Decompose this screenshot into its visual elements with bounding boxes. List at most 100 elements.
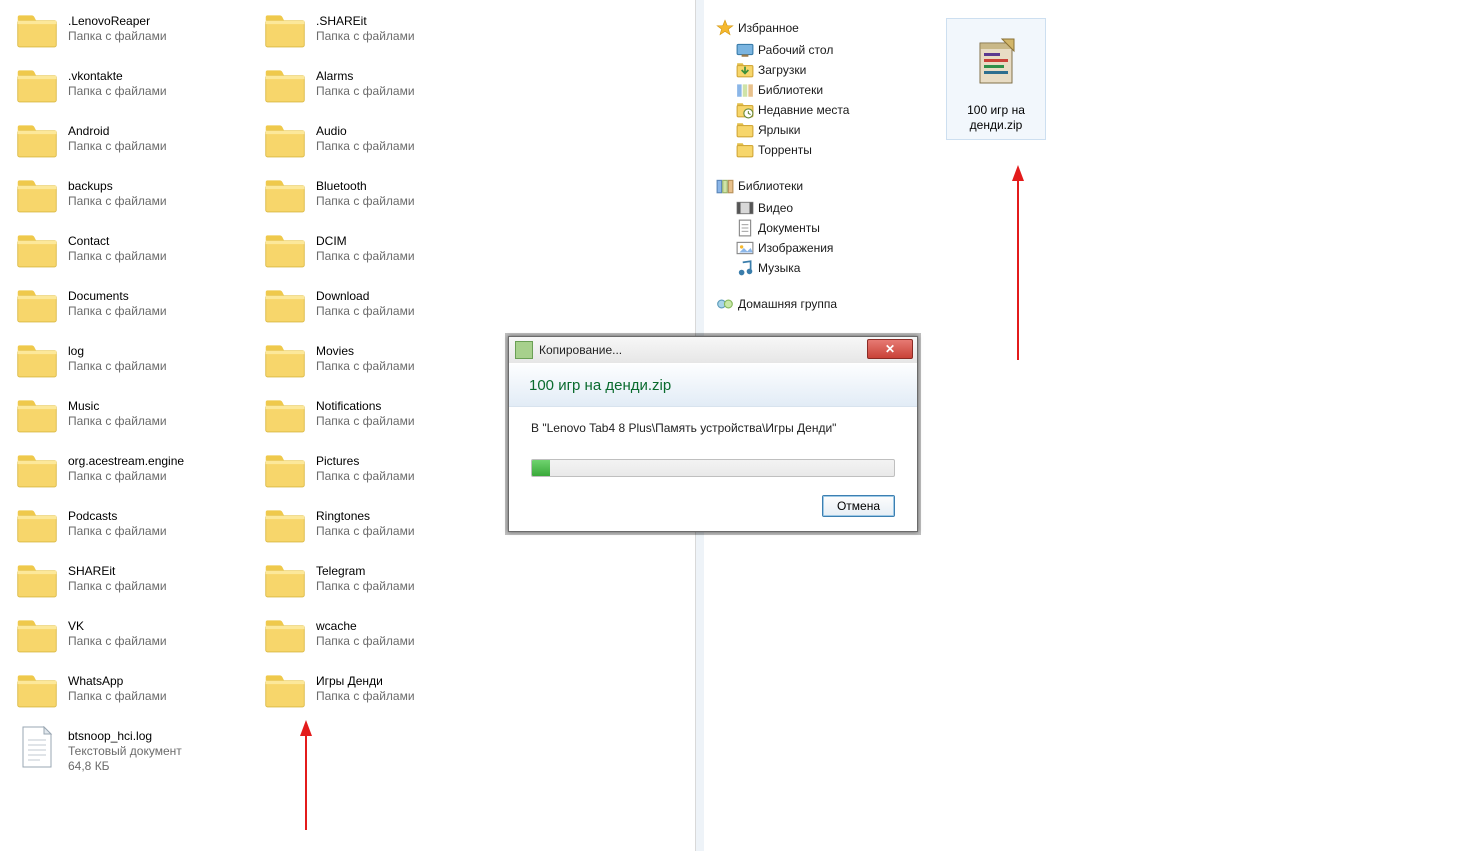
- folder-icon: [14, 672, 60, 712]
- folder-item[interactable]: AudioПапка с файлами: [260, 118, 508, 173]
- folder-icon: [14, 452, 60, 492]
- folder-type: Папка с файлами: [316, 689, 415, 704]
- folder-item[interactable]: VKПапка с файлами: [12, 613, 260, 668]
- folder-item[interactable]: SHAREitПапка с файлами: [12, 558, 260, 613]
- tree-item-icon: [736, 102, 754, 118]
- folder-name: Android: [68, 124, 167, 139]
- tree-item[interactable]: Изображения: [716, 238, 930, 258]
- dialog-titlebar[interactable]: Копирование... ✕: [509, 337, 917, 363]
- tree-item-icon: [736, 62, 754, 78]
- copy-dialog: Копирование... ✕ 100 игр на денди.zip В …: [508, 336, 918, 532]
- tree-item[interactable]: Недавние места: [716, 100, 930, 120]
- folder-item[interactable]: MusicПапка с файлами: [12, 393, 260, 448]
- folder-item[interactable]: wcacheПапка с файлами: [260, 613, 508, 668]
- folder-icon: [262, 507, 308, 547]
- folder-type: Папка с файлами: [316, 469, 415, 484]
- tree-header-libraries[interactable]: Библиотеки: [716, 176, 930, 196]
- folder-item[interactable]: backupsПапка с файлами: [12, 173, 260, 228]
- tree-item-icon: [736, 82, 754, 98]
- folder-item[interactable]: MoviesПапка с файлами: [260, 338, 508, 393]
- folder-type: Папка с файлами: [316, 29, 415, 44]
- tree-header-homegroup[interactable]: Домашняя группа: [716, 294, 930, 314]
- tree-item[interactable]: Торренты: [716, 140, 930, 160]
- folder-item[interactable]: PodcastsПапка с файлами: [12, 503, 260, 558]
- tree-group-homegroup: Домашняя группа: [716, 294, 930, 314]
- folder-item[interactable]: PicturesПапка с файлами: [260, 448, 508, 503]
- tree-item[interactable]: Музыка: [716, 258, 930, 278]
- folder-type: Папка с файлами: [316, 359, 415, 374]
- folder-type: Папка с файлами: [68, 84, 167, 99]
- tree-item[interactable]: Библиотеки: [716, 80, 930, 100]
- file-tile-zip[interactable]: 100 игр на денди.zip: [946, 18, 1046, 140]
- folder-item[interactable]: Игры ДендиПапка с файлами: [260, 668, 508, 723]
- folder-icon: [262, 12, 308, 52]
- annotation-arrow-left: [294, 720, 318, 830]
- folder-type: Папка с файлами: [68, 469, 184, 484]
- tree-item-label: Торренты: [758, 143, 812, 157]
- folder-item[interactable]: .SHAREitПапка с файлами: [260, 8, 508, 63]
- folder-item[interactable]: .vkontakteПапка с файлами: [12, 63, 260, 118]
- folder-type: Папка с файлами: [316, 249, 415, 264]
- folder-type: Папка с файлами: [316, 194, 415, 209]
- tree-item[interactable]: Видео: [716, 198, 930, 218]
- folder-name: Alarms: [316, 69, 415, 84]
- folder-icon: [14, 617, 60, 657]
- folder-name: .LenovoReaper: [68, 14, 167, 29]
- libraries-icon: [716, 178, 734, 194]
- folder-name: Notifications: [316, 399, 415, 414]
- folder-item[interactable]: .LenovoReaperПапка с файлами: [12, 8, 260, 63]
- annotation-arrow-right: [1006, 165, 1030, 360]
- folder-item[interactable]: org.acestream.engineПапка с файлами: [12, 448, 260, 503]
- folder-icon: [262, 67, 308, 107]
- folder-icon: [262, 342, 308, 382]
- folder-item[interactable]: logПапка с файлами: [12, 338, 260, 393]
- folder-icon: [14, 342, 60, 382]
- folder-name: log: [68, 344, 167, 359]
- tree-item-icon: [736, 200, 754, 216]
- folder-name: Игры Денди: [316, 674, 415, 689]
- tree-item-label: Загрузки: [758, 63, 806, 77]
- folder-item[interactable]: AlarmsПапка с файлами: [260, 63, 508, 118]
- text-file-icon: [14, 727, 60, 767]
- folder-item[interactable]: BluetoothПапка с файлами: [260, 173, 508, 228]
- file-type: Текстовый документ: [68, 744, 182, 759]
- folder-icon: [14, 177, 60, 217]
- folder-item[interactable]: ContactПапка с файлами: [12, 228, 260, 283]
- folder-item[interactable]: WhatsAppПапка с файлами: [12, 668, 260, 723]
- folder-name: .SHAREit: [316, 14, 415, 29]
- tree-header-label: Домашняя группа: [738, 297, 837, 311]
- file-item[interactable]: btsnoop_hci.logТекстовый документ64,8 КБ: [12, 723, 260, 785]
- tree-item-icon: [736, 122, 754, 138]
- folder-type: Папка с файлами: [316, 414, 415, 429]
- folder-name: DCIM: [316, 234, 415, 249]
- folder-name: Telegram: [316, 564, 415, 579]
- folder-name: Audio: [316, 124, 415, 139]
- folder-icon: [14, 287, 60, 327]
- folder-name: Documents: [68, 289, 167, 304]
- folder-type: Папка с файлами: [316, 524, 415, 539]
- tree-item[interactable]: Документы: [716, 218, 930, 238]
- tree-item[interactable]: Рабочий стол: [716, 40, 930, 60]
- folder-name: Movies: [316, 344, 415, 359]
- folder-item[interactable]: DownloadПапка с файлами: [260, 283, 508, 338]
- folder-item[interactable]: TelegramПапка с файлами: [260, 558, 508, 613]
- folder-item[interactable]: AndroidПапка с файлами: [12, 118, 260, 173]
- folder-name: Podcasts: [68, 509, 167, 524]
- tree-item-icon: [736, 142, 754, 158]
- progress-fill: [532, 460, 550, 476]
- folder-icon: [262, 617, 308, 657]
- tree-header-favorites[interactable]: Избранное: [716, 18, 930, 38]
- tree-item[interactable]: Ярлыки: [716, 120, 930, 140]
- folder-item[interactable]: DCIMПапка с файлами: [260, 228, 508, 283]
- tree-header-label: Библиотеки: [738, 179, 803, 193]
- folder-type: Папка с файлами: [68, 304, 167, 319]
- folder-item[interactable]: DocumentsПапка с файлами: [12, 283, 260, 338]
- cancel-button[interactable]: Отмена: [822, 495, 895, 517]
- progress-bar: [531, 459, 895, 477]
- tree-item-label: Библиотеки: [758, 83, 823, 97]
- folder-item[interactable]: NotificationsПапка с файлами: [260, 393, 508, 448]
- dialog-close-button[interactable]: ✕: [867, 339, 913, 359]
- tree-item[interactable]: Загрузки: [716, 60, 930, 80]
- folder-icon: [262, 672, 308, 712]
- folder-item[interactable]: RingtonesПапка с файлами: [260, 503, 508, 558]
